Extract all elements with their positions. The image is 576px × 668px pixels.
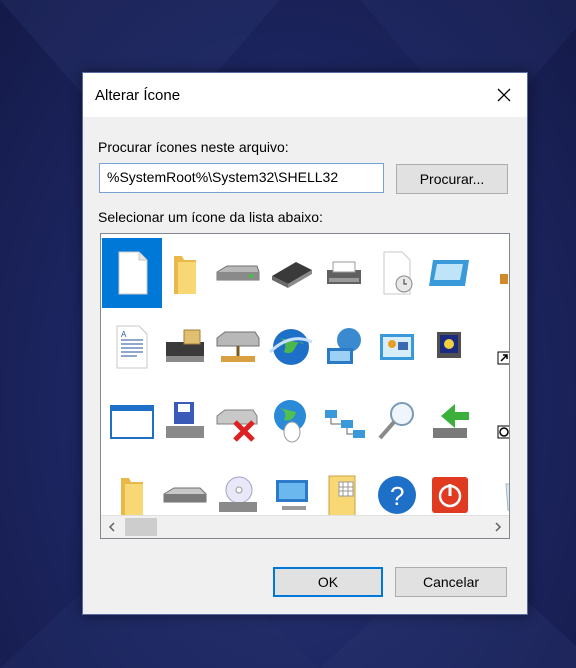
svg-text:A: A <box>121 330 127 339</box>
cd-drive-icon <box>219 476 257 512</box>
icon-cell[interactable] <box>314 386 374 456</box>
scroll-right-button[interactable] <box>487 516 509 538</box>
scroll-left-button[interactable] <box>101 516 123 538</box>
svg-text:?: ? <box>390 481 404 511</box>
file-path-input[interactable]: %SystemRoot%\System32\SHELL32 <box>99 163 384 193</box>
icon-cell[interactable] <box>314 312 374 382</box>
blank-document-icon <box>118 251 148 295</box>
cancel-button[interactable]: Cancelar <box>395 567 507 597</box>
close-button[interactable] <box>481 73 527 117</box>
disk-drive-icon <box>163 487 207 503</box>
memory-chip-icon <box>272 262 312 288</box>
printer-icon <box>327 261 361 284</box>
file-label: Procurar ícones neste arquivo: <box>98 139 289 155</box>
icon-cell[interactable] <box>420 238 480 308</box>
network-globe-icon <box>327 328 361 364</box>
display-window-icon <box>429 260 469 286</box>
icon-cell[interactable] <box>208 312 268 382</box>
partial-icon <box>500 274 508 284</box>
icon-cell[interactable] <box>208 238 268 308</box>
icon-cell[interactable] <box>261 386 321 456</box>
icon-list-label: Selecionar um ícone da lista abaixo: <box>98 209 323 225</box>
icon-cell[interactable] <box>420 386 480 456</box>
icon-cell[interactable] <box>261 312 321 382</box>
icon-cell[interactable] <box>155 312 215 382</box>
icon-cell[interactable] <box>367 386 427 456</box>
icon-cell[interactable]: A <box>102 312 162 382</box>
recycle-bin-icon <box>505 483 509 511</box>
icon-cell[interactable] <box>102 238 162 308</box>
network-drive-icon <box>166 329 204 362</box>
icon-cell[interactable] <box>367 312 427 382</box>
floppy-computer-icon <box>166 402 204 438</box>
icon-cell[interactable] <box>155 386 215 456</box>
power-icon <box>432 477 468 513</box>
window-icon <box>110 405 154 439</box>
globe-icon <box>268 329 313 365</box>
chevron-left-icon <box>108 522 115 532</box>
monitor-icon <box>276 480 308 510</box>
disconnected-drive-icon <box>216 409 258 442</box>
icon-cell[interactable] <box>208 386 268 456</box>
icon-cell[interactable] <box>367 238 427 308</box>
icon-cell[interactable] <box>261 238 321 308</box>
close-icon <box>497 88 511 102</box>
clock-document-icon <box>383 251 413 295</box>
horizontal-scrollbar[interactable] <box>101 515 509 538</box>
dialog-title: Alterar Ícone <box>95 87 181 104</box>
icon-cell[interactable] <box>102 386 162 456</box>
help-icon: ? <box>378 476 416 514</box>
ok-button[interactable]: OK <box>273 567 383 597</box>
shortcut-arrow-icon <box>497 351 509 365</box>
icon-cell[interactable] <box>473 386 509 456</box>
title-bar[interactable]: Alterar Ícone <box>83 73 527 117</box>
document-grid-icon <box>328 475 356 517</box>
search-icon <box>378 402 414 440</box>
icon-cell[interactable] <box>473 238 509 308</box>
partial-icon <box>497 425 509 439</box>
icon-cell[interactable] <box>314 238 374 308</box>
icon-cell[interactable] <box>420 312 480 382</box>
browse-button[interactable]: Procurar... <box>396 164 508 194</box>
icon-cell[interactable] <box>473 312 509 382</box>
change-icon-dialog: Alterar Ícone Procurar ícones neste arqu… <box>82 72 528 615</box>
export-icon <box>433 404 469 438</box>
screensaver-icon <box>437 332 461 358</box>
text-document-icon: A <box>116 325 148 369</box>
icon-cell[interactable] <box>155 238 215 308</box>
network-icon <box>325 410 365 438</box>
drive-icon <box>216 265 260 281</box>
scroll-thumb[interactable] <box>125 518 157 536</box>
folder-icon <box>121 478 143 516</box>
folder-icon <box>174 256 196 294</box>
globe-mouse-icon <box>274 400 306 443</box>
shared-drive-icon <box>216 331 260 362</box>
control-panel-icon <box>380 334 414 360</box>
chevron-right-icon <box>495 522 502 532</box>
icon-list[interactable]: A ? <box>100 233 510 539</box>
